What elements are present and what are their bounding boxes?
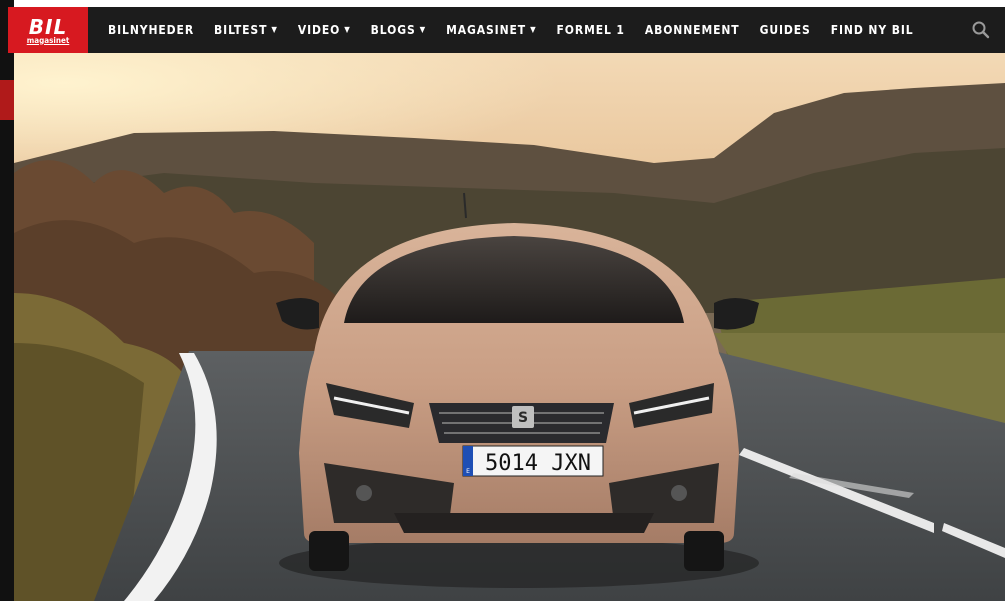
- nav-item-bilnyheder[interactable]: BILNYHEDER: [98, 7, 204, 53]
- nav-item-formel-1[interactable]: FORMEL 1: [547, 7, 635, 53]
- brand-badge: S: [518, 410, 528, 426]
- chevron-down-icon: ▼: [344, 25, 351, 34]
- nav-item-biltest[interactable]: BILTEST ▼: [204, 7, 288, 53]
- logo-subtext: magasinet: [26, 35, 70, 45]
- license-plate-text: 5014 JXN: [485, 451, 591, 476]
- search-icon: [972, 21, 990, 39]
- nav-item-magasinet[interactable]: MAGASINET ▼: [436, 7, 546, 53]
- nav-item-label: FORMEL 1: [556, 23, 625, 37]
- search-button[interactable]: [971, 20, 991, 40]
- nav-item-blogs[interactable]: BLOGS ▼: [361, 7, 436, 53]
- chevron-down-icon: ▼: [271, 25, 278, 34]
- hero-image[interactable]: S E 5014 JXN: [14, 53, 1005, 601]
- nav-item-label: FIND NY BIL: [830, 23, 914, 37]
- chevron-down-icon: ▼: [419, 25, 427, 34]
- site-logo[interactable]: BIL magasinet: [8, 7, 88, 53]
- nav-item-label: BILNYHEDER: [108, 23, 195, 37]
- nav-item-label: BLOGS: [370, 23, 416, 37]
- page-left-edge-accent: [0, 80, 14, 120]
- logo-text: BIL: [28, 14, 68, 39]
- chevron-down-icon: ▼: [530, 25, 537, 34]
- nav-item-label: ABONNEMENT: [644, 23, 740, 37]
- nav-item-guides[interactable]: GUIDES: [750, 7, 821, 53]
- nav-item-label: MAGASINET: [446, 23, 527, 37]
- hero-car-illustration: S E 5014 JXN: [14, 53, 1005, 601]
- plate-country-code: E: [466, 468, 470, 475]
- nav-item-label: GUIDES: [759, 23, 811, 37]
- main-menu: BILNYHEDER BILTEST ▼ VIDEO ▼ BLOGS ▼ MAG…: [98, 7, 924, 53]
- nav-item-label: VIDEO: [297, 23, 341, 37]
- nav-item-abonnement[interactable]: ABONNEMENT: [635, 7, 750, 53]
- nav-item-find-ny-bil[interactable]: FIND NY BIL: [821, 7, 924, 53]
- top-navigation-bar: BIL magasinet BILNYHEDER BILTEST ▼ VIDEO…: [8, 7, 1005, 53]
- nav-item-video[interactable]: VIDEO ▼: [288, 7, 361, 53]
- nav-item-label: BILTEST: [214, 23, 268, 37]
